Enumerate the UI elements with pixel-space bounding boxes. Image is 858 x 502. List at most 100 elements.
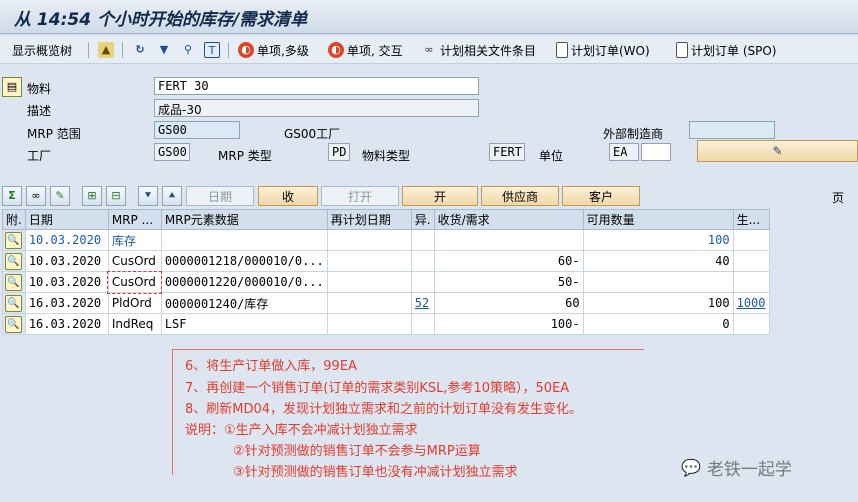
row-select-cell[interactable]: 🔍 [2,250,26,272]
production-cell [732,250,770,272]
table-row[interactable]: 🔍 10.03.2020 CusOrd 0000001218/000010/0.… [2,250,770,272]
magnifier-icon[interactable]: 🔍 [5,252,22,270]
exception-cell [410,250,435,272]
mrp-area-plant-label: GS00工厂 [284,127,341,141]
plant-field: GS00 [154,143,190,161]
open-button[interactable]: 打开 [321,186,399,206]
glasses-icon[interactable]: ∞ [26,186,46,206]
production-link[interactable]: 1000 [732,292,770,314]
customer-label: 客户 [588,189,613,204]
date-cell: 10.03.2020 [24,250,109,272]
production-cell [732,313,770,335]
unit-field: EA [609,143,639,161]
exception-link[interactable]: 52 [410,292,435,314]
date-button[interactable]: 日期 [186,186,254,206]
receipts-button[interactable]: 收 [258,186,318,206]
column-header[interactable]: 异. [410,209,435,230]
expand-icon[interactable]: ⊞ [82,186,102,206]
table-row[interactable]: 🔍 10.03.2020 CusOrd 0000001220/000010/0.… [2,270,770,294]
description-label: 描述 [27,104,52,118]
open-label: 打开 [347,189,372,204]
mrp-element-cell: CusOrd [107,250,162,272]
column-header[interactable]: 可用数量 [582,209,734,230]
table-row[interactable]: 🔍 10.03.2020 库存 100 [2,229,770,251]
planning-file-entry-label: 计划相关文件条目 [440,43,537,58]
material-field[interactable]: FERT 30 [154,77,479,95]
date-cell: 16.03.2020 [24,313,109,335]
row-select-cell[interactable]: 🔍 [2,271,26,293]
description-field: 成品-30 [154,99,479,117]
mrp-area-label: MRP 范围 [27,127,81,141]
column-header[interactable]: 收货/需求 [433,209,584,230]
planned-order-wo-label: 计划订单(WO) [571,43,650,58]
unit-extra-field[interactable] [641,143,671,161]
annotation-point-2: ②针对预测做的销售订单不会参与MRP运算 [233,444,481,459]
mrp-element-cell: IndReq [107,313,162,335]
page-label: 页 [832,191,845,205]
table-row[interactable]: 🔍 16.03.2020 IndReq LSF 100- 0 [2,313,770,335]
column-header[interactable]: 再计划日期 [326,209,412,230]
single-multi-button[interactable]: ◐ 单项,多级 [238,40,309,60]
document-icon [676,42,688,58]
annotation-left-line [172,349,173,475]
open2-button[interactable]: 开 [402,186,478,206]
mrp-element-data-cell: LSF [160,313,328,335]
overview-tree-button[interactable]: 显示概览树 [12,40,72,60]
table-row[interactable]: 🔍 16.03.2020 PldOrd 0000001240/库存 52 60 … [2,292,770,314]
settings-icon[interactable]: T [204,40,223,60]
refresh-icon[interactable]: ↻ [132,40,151,60]
planning-file-entry-button[interactable]: ∞ 计划相关文件条目 [421,40,536,60]
toolbar-separator [228,42,229,58]
mountain-icon[interactable]: ▲ [98,40,117,60]
production-cell [732,229,770,251]
vendor-button[interactable]: 供应商 [481,186,559,206]
sum-icon[interactable]: Σ [2,186,22,206]
find-icon[interactable]: ⚲ [180,40,199,60]
column-header[interactable]: MRP元素数据 [160,209,328,230]
edit-button[interactable]: ✎ [697,140,858,162]
column-header[interactable]: 日期 [24,209,109,230]
mrp-element-cell: 库存 [107,229,162,251]
collapse-icon[interactable]: ⊟ [106,186,126,206]
exception-cell [410,271,435,293]
scroll-up-icon[interactable]: ⯅ [162,186,182,206]
glasses-icon: ∞ [424,43,434,56]
customer-button[interactable]: 客户 [562,186,640,206]
mrp-area-field: GS00 [154,121,240,139]
column-header[interactable]: 附. [2,209,26,230]
available-quantity-cell: 100 [582,229,734,251]
column-header[interactable]: 生... [732,209,770,230]
material-select-icon[interactable]: ▤ [2,77,22,97]
material-type-label: 物料类型 [362,149,411,163]
scroll-down-icon[interactable]: ⯆ [138,186,158,206]
date-cell: 16.03.2020 [24,292,109,314]
row-select-cell[interactable]: 🔍 [2,292,26,314]
annotation-note-8: 8、刷新MD04，发现计划独立需求和之前的计划订单没有发生变化。 [185,402,583,417]
row-select-cell[interactable]: 🔍 [2,229,26,251]
filter-icon[interactable]: ▼ [156,40,175,60]
mrp-element-cell: PldOrd [107,292,162,314]
mrp-element-cell: CusOrd [107,270,163,294]
column-header[interactable]: MRP ... [107,209,162,230]
row-select-cell[interactable]: 🔍 [2,313,26,335]
pie-icon: ◐ [328,42,344,58]
date-cell: 10.03.2020 [24,229,109,251]
pencil-icon[interactable]: ✎ [50,186,70,206]
annotation-point-3: ③针对预测做的销售订单也没有冲减计划独立需求 [233,465,518,480]
vendor-label: 供应商 [501,189,538,204]
annotation-note-7: 7、再创建一个销售订单(订单的需求类别KSL,参考10策略），50EA [185,381,570,396]
planned-order-spo-button[interactable]: 计划订单 (SPO) [676,40,776,60]
magnifier-icon[interactable]: 🔍 [5,273,22,291]
application-toolbar: 显示概览树 ▲ ↻ ▼ ⚲ T ◐ 单项,多级 ◐ 单项, 交互 ∞ 计划相关文… [0,36,858,64]
magnifier-icon[interactable]: 🔍 [5,315,22,333]
mrp-type-label: MRP 类型 [218,149,272,163]
single-multi-label: 单项,多级 [257,43,309,58]
open2-label: 开 [433,189,446,204]
magnifier-icon[interactable]: 🔍 [5,231,22,249]
date-button-label: 日期 [207,189,232,204]
single-interactive-button[interactable]: ◐ 单项, 交互 [328,40,403,60]
magnifier-icon[interactable]: 🔍 [5,294,22,312]
planned-order-wo-button[interactable]: 计划订单(WO) [556,40,650,60]
available-quantity-cell [582,271,734,293]
quantity-cell [433,229,584,251]
